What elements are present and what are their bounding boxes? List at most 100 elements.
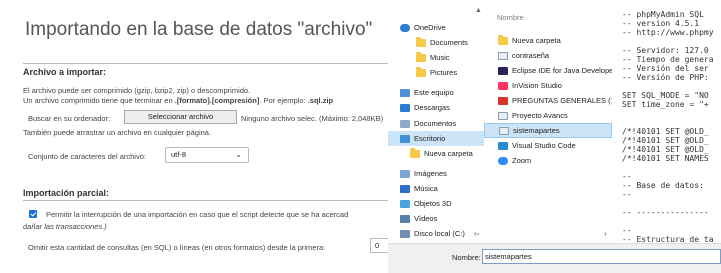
file-row-label: Zoom [512, 156, 532, 165]
nav-item[interactable]: Vídeos [388, 211, 484, 226]
nav-item-label: Music [430, 53, 450, 62]
horizontal-scrollbar[interactable]: ‹ › [388, 229, 612, 241]
compress-line-2-prefix: Un archivo comprimido tiene que terminar… [23, 96, 175, 105]
compress-line-2: Un archivo comprimido tiene que terminar… [23, 96, 333, 105]
skip-label: Omitir esta cantidad de consultas (en SQ… [28, 243, 326, 252]
file-row-label: InVision Studio [512, 81, 562, 90]
nav-item-label: Documentos [414, 119, 457, 128]
select-file-button[interactable]: Seleccionar archivo [124, 110, 237, 124]
file-row[interactable]: PREGUNTAS GENERALES (1) [484, 93, 617, 108]
pictures-icon [400, 169, 410, 178]
interrupt-checkbox[interactable] [29, 210, 37, 218]
file-icon [498, 51, 508, 60]
example-ext: .sql.zip [307, 96, 334, 105]
sql-file-icon [499, 126, 509, 135]
skip-count-input[interactable]: 0 [370, 238, 390, 253]
nav-item[interactable]: Documentos [388, 116, 484, 131]
drag-hint: También puede arrastrar un archivo en cu… [23, 128, 212, 137]
browse-label: Buscar en su ordenador: [28, 114, 111, 123]
nav-item-label: Música [414, 184, 438, 193]
cube-icon [400, 199, 410, 208]
file-open-dialog: ▲ OneDrive Documents Music Pictures Este equ… [388, 0, 721, 273]
file-row-label: sistemapartes [513, 126, 560, 135]
file-row[interactable]: sistemapartes [484, 123, 612, 138]
file-row[interactable]: Visual Studio Code [484, 138, 612, 153]
nav-item-label: Este equipo [414, 88, 454, 97]
scroll-left-icon[interactable]: ‹ [474, 229, 477, 238]
eclipse-icon [498, 66, 508, 75]
nav-item[interactable]: Music [388, 50, 484, 65]
charset-value: utf-8 [171, 150, 187, 159]
nav-item[interactable]: Imágenes [388, 166, 484, 181]
nav-item-label: Escritorio [414, 134, 446, 143]
music-icon [400, 184, 410, 193]
cloud-icon [400, 23, 410, 32]
nav-item[interactable]: Pictures [388, 65, 484, 80]
nav-item-label: Vídeos [414, 214, 438, 223]
chevron-down-icon: ⌄ [235, 150, 242, 159]
file-icon [498, 111, 508, 120]
folder-icon [416, 66, 426, 77]
partial-section-heading: Importación parcial: [23, 188, 110, 198]
nav-item-label: Descargas [414, 103, 450, 112]
folder-icon [410, 147, 420, 158]
file-row-label: Nueva carpeta [512, 36, 561, 45]
compress-line-2-mid: . Por ejemplo: [259, 96, 308, 105]
name-column-header[interactable]: Nombre [497, 13, 524, 22]
file-row[interactable]: Eclipse IDE for Java Developers [484, 63, 620, 78]
desktop-icon [400, 134, 410, 143]
file-row-label: Proyecto Avancs [512, 111, 568, 120]
file-row[interactable]: contraseña [484, 48, 612, 63]
file-row-label: PREGUNTAS GENERALES (1) [512, 96, 618, 105]
nav-item[interactable]: Objetos 3D [388, 196, 484, 211]
nav-item[interactable]: Descargas [388, 100, 484, 115]
nav-item[interactable]: OneDrive [388, 20, 484, 35]
file-preview-text: -- phpMyAdmin SQL -- version 4.5.1 -- ht… [622, 10, 714, 244]
charset-select[interactable]: utf-8 ⌄ [165, 147, 249, 163]
file-row[interactable]: Nueva carpeta [484, 33, 612, 48]
preview-pane: -- phpMyAdmin SQL -- version 4.5.1 -- ht… [612, 0, 721, 255]
document-folder-icon [400, 119, 410, 128]
format-ext: .[formato].[compresión] [174, 96, 260, 105]
vscode-icon [498, 141, 508, 150]
nav-item[interactable]: Escritorio [388, 131, 484, 146]
file-row[interactable]: Proyecto Avancs [484, 108, 612, 123]
charset-label: Conjunto de caracteres del archivo: [28, 152, 146, 161]
file-row-label: Eclipse IDE for Java Developers [512, 66, 620, 75]
check-icon [30, 210, 36, 216]
file-row-label: contraseña [512, 51, 550, 60]
file-list: Nombre Nueva carpeta contraseña Eclipse ID… [484, 0, 620, 255]
compress-line-1: El archivo puede ser comprimido (gzip, b… [23, 86, 251, 95]
nav-item[interactable]: Este equipo [388, 85, 484, 100]
nav-item-label: Documents [430, 38, 468, 47]
nav-item-label: Nueva carpeta [424, 149, 473, 158]
computer-icon [400, 88, 410, 97]
nav-item[interactable]: Documents [388, 35, 484, 50]
filename-bar: Nombre: sistemapartes [388, 243, 721, 273]
no-file-text: Ninguno archivo selec. (Máximo: 2,048KB) [241, 114, 384, 123]
download-icon [400, 103, 410, 112]
interrupt-label-cont: dañar las transacciones.) [23, 222, 107, 231]
filename-input[interactable]: sistemapartes [482, 249, 721, 264]
navigation-pane: ▲ OneDrive Documents Music Pictures Este equ… [388, 0, 484, 255]
folder-icon [498, 34, 508, 45]
folder-icon [416, 36, 426, 47]
scroll-right-icon[interactable]: › [604, 229, 607, 238]
divider [23, 200, 400, 201]
zoom-icon [498, 156, 508, 165]
folder-icon [416, 51, 426, 62]
nav-item-label: OneDrive [414, 23, 446, 32]
file-row[interactable]: InVision Studio [484, 78, 612, 93]
file-row[interactable]: Zoom [484, 153, 612, 168]
file-row-label: Visual Studio Code [512, 141, 576, 150]
pdf-icon [498, 96, 508, 105]
filename-label: Nombre: [452, 253, 481, 262]
scroll-up-icon[interactable]: ▲ [475, 7, 482, 14]
interrupt-label: Permitir la interrupción de una importac… [46, 210, 349, 219]
nav-item-label: Pictures [430, 68, 458, 77]
nav-item-label: Imágenes [414, 169, 447, 178]
nav-item-label: Objetos 3D [414, 199, 452, 208]
nav-item[interactable]: Nueva carpeta [388, 146, 484, 161]
nav-item[interactable]: Música [388, 181, 484, 196]
video-icon [400, 214, 410, 223]
